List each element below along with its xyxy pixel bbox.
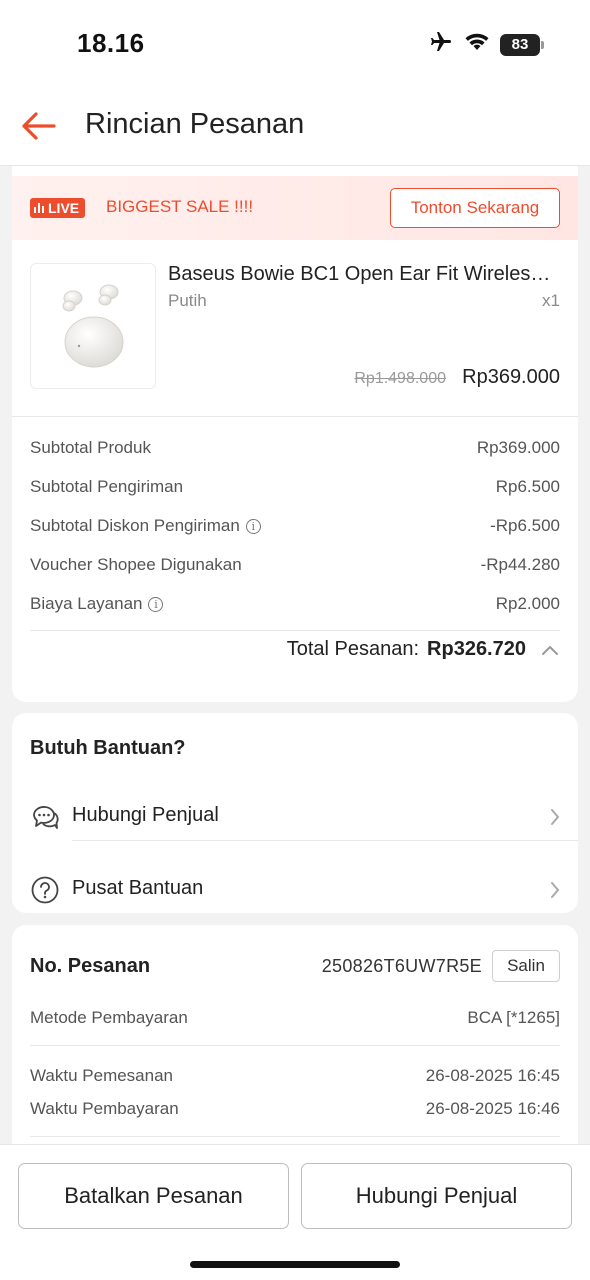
total-label: Total Pesanan: xyxy=(286,638,420,660)
original-price: Rp1.498.000 xyxy=(354,370,446,387)
divider xyxy=(72,840,578,841)
battery-icon: 83 xyxy=(500,33,544,56)
order-product-card: LIVE BIGGEST SALE !!!! Tonton Sekarang B… xyxy=(12,166,578,702)
nav-bar: Rincian Pesanan xyxy=(0,88,590,166)
chevron-right-icon xyxy=(551,809,560,825)
help-card: Butuh Bantuan? Hubungi Penjual Pusat Ban… xyxy=(12,713,578,913)
airplane-icon xyxy=(428,30,454,59)
discounted-price: Rp369.000 xyxy=(462,366,560,388)
divider xyxy=(12,416,578,417)
status-time: 18.16 xyxy=(77,28,145,58)
chevron-up-icon xyxy=(542,645,558,655)
order-info-card: No. Pesanan 250826T6UW7R5E Salin Metode … xyxy=(12,925,578,1144)
product-variant: Putih xyxy=(168,291,207,310)
status-bar: 18.16 83 xyxy=(0,0,590,88)
help-title: Butuh Bantuan? xyxy=(30,737,186,759)
page-title: Rincian Pesanan xyxy=(85,108,305,140)
product-image[interactable] xyxy=(30,263,156,389)
wifi-icon xyxy=(464,32,490,57)
summary-row: Biaya Layanan i Rp2.000 xyxy=(30,594,560,613)
arrow-left-icon xyxy=(22,112,56,140)
back-button[interactable] xyxy=(18,106,58,146)
payment-method-row: Metode Pembayaran BCA [*1265] xyxy=(30,1008,560,1027)
total-value: Rp326.720 xyxy=(427,638,526,660)
cancel-order-button[interactable]: Batalkan Pesanan xyxy=(18,1163,289,1229)
help-center-item[interactable]: Pusat Bantuan xyxy=(12,853,578,913)
product-qty: x1 xyxy=(542,291,560,310)
live-badge: LIVE xyxy=(30,198,86,218)
product-name[interactable]: Baseus Bowie BC1 Open Ear Fit Wireless E… xyxy=(168,263,560,286)
info-icon[interactable]: i xyxy=(245,518,261,534)
order-number: 250826T6UW7R5E xyxy=(321,956,482,976)
watch-now-button[interactable]: Tonton Sekarang xyxy=(390,188,560,228)
content-scroll[interactable]: LIVE BIGGEST SALE !!!! Tonton Sekarang B… xyxy=(0,166,590,1144)
summary-row: Subtotal Pengiriman Rp6.500 xyxy=(30,477,560,496)
live-banner[interactable]: LIVE BIGGEST SALE !!!! Tonton Sekarang xyxy=(12,176,578,240)
home-indicator[interactable] xyxy=(190,1261,400,1268)
summary-row: Subtotal Diskon Pengiriman i -Rp6.500 xyxy=(30,516,560,535)
order-time-row: Waktu Pemesanan 26-08-2025 16:45 xyxy=(30,1066,560,1085)
divider xyxy=(30,1136,560,1137)
question-icon xyxy=(31,876,59,904)
divider xyxy=(30,630,560,631)
order-total[interactable]: Total Pesanan: Rp326.720 xyxy=(287,638,560,661)
status-icons: 83 xyxy=(428,30,544,59)
info-icon[interactable]: i xyxy=(148,596,164,612)
divider xyxy=(30,1045,560,1046)
contact-seller-button[interactable]: Hubungi Penjual xyxy=(301,1163,572,1229)
summary-row: Voucher Shopee Digunakan -Rp44.280 xyxy=(30,555,560,574)
banner-text: BIGGEST SALE !!!! xyxy=(106,197,254,216)
payment-time-row: Waktu Pembayaran 26-08-2025 16:46 xyxy=(30,1099,560,1118)
bottom-action-bar: Batalkan Pesanan Hubungi Penjual xyxy=(0,1144,590,1280)
chat-icon xyxy=(33,806,59,829)
copy-button[interactable]: Salin xyxy=(492,950,560,982)
summary-row: Subtotal Produk Rp369.000 xyxy=(30,438,560,457)
chevron-right-icon xyxy=(551,882,560,898)
order-number-label: No. Pesanan xyxy=(30,955,151,977)
live-bars-icon xyxy=(34,203,44,213)
